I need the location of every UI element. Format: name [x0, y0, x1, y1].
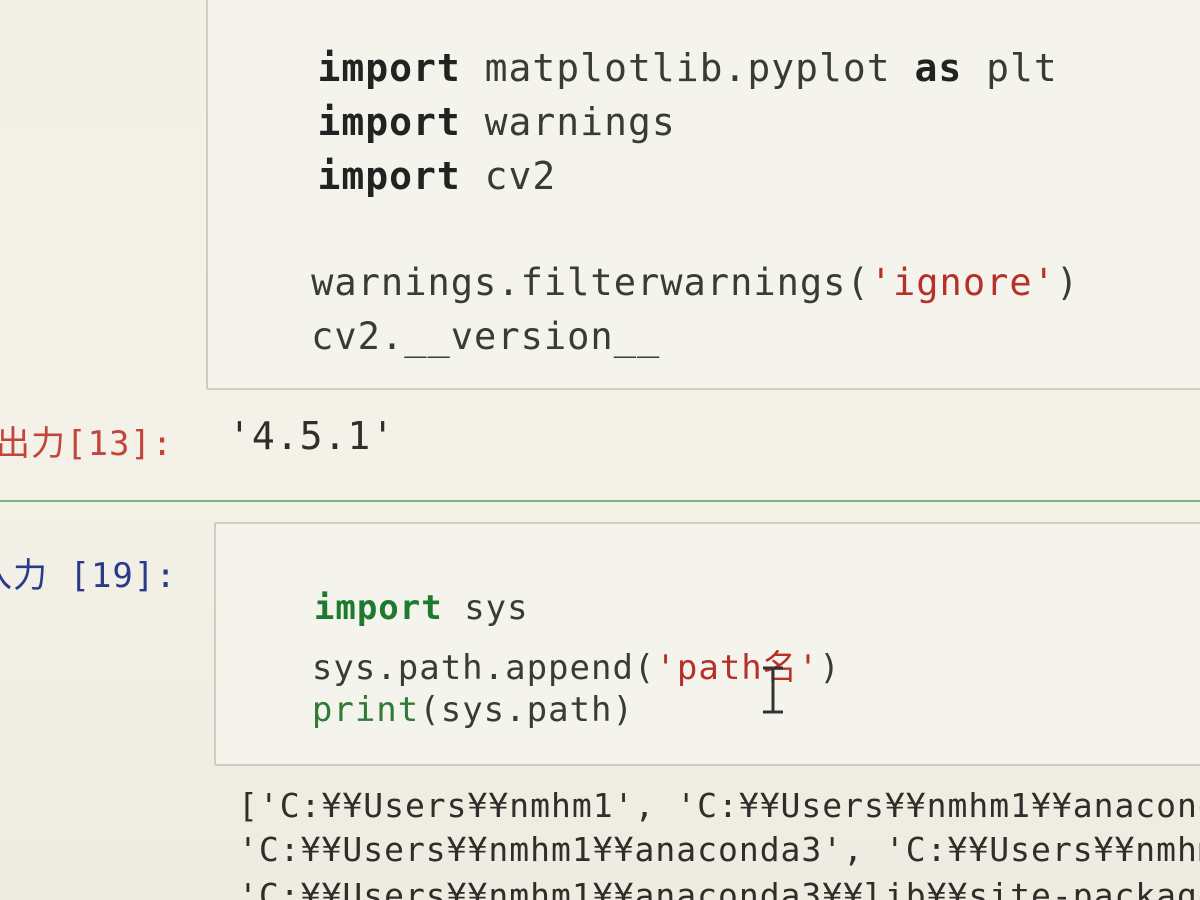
- output-line: ['C:¥¥Users¥¥nmhm1', 'C:¥¥Users¥¥nmhm1¥¥…: [238, 786, 1200, 825]
- string-literal: 'path名': [655, 648, 820, 688]
- output-line: 'C:¥¥Users¥¥nmhm1¥¥anaconda3', 'C:¥¥User…: [238, 830, 1200, 869]
- output-value: '4.5.1': [228, 414, 396, 458]
- notebook-page: import matplotlib.pyplot as plt import w…: [0, 0, 1200, 900]
- keyword: as: [914, 46, 963, 90]
- string-literal: 'ignore': [869, 261, 1056, 304]
- builtin-function: print: [311, 690, 420, 730]
- code-line: cv2.__version__: [311, 315, 661, 358]
- text-cursor-icon: [763, 666, 783, 714]
- output-line: 'C:¥¥Users¥¥nmhm1¥¥anaconda3¥¥lib¥¥site-…: [238, 876, 1200, 900]
- output-prompt: 出力[13]:: [0, 424, 174, 464]
- keyword: import: [317, 154, 461, 198]
- code-line: print(sys.path): [311, 690, 634, 730]
- input-prompt: 入力 [19]:: [0, 556, 177, 596]
- cell-divider: [0, 500, 1200, 502]
